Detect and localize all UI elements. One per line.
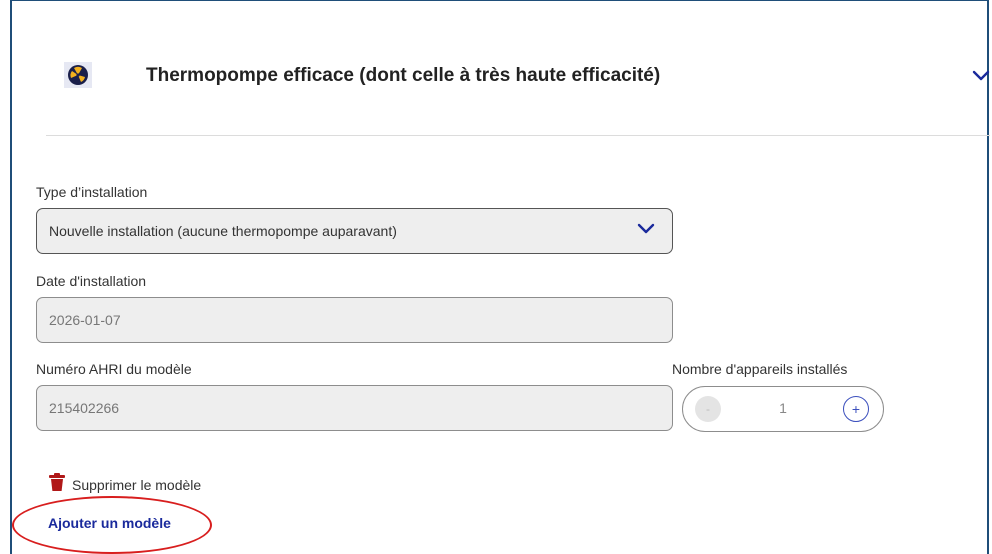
section-title: Thermopompe efficace (dont celle à très … [146,65,661,86]
installation-type-select[interactable]: Nouvelle installation (aucune thermopomp… [36,208,673,254]
add-model-link[interactable]: Ajouter un modèle [48,515,171,531]
divider [46,135,990,136]
accordion-header[interactable]: Thermopompe efficace (dont celle à très … [12,1,990,136]
quantity-value: 1 [779,400,787,416]
ahri-number-label: Numéro AHRI du modèle [36,361,192,377]
chevron-down-icon[interactable] [970,67,992,85]
heat-pump-fan-icon [64,62,92,88]
quantity-stepper: - 1 + [682,386,884,432]
installation-type-value: Nouvelle installation (aucune thermopomp… [49,223,397,239]
installation-date-field[interactable]: 2026-01-07 [36,297,673,343]
ahri-number-value: 215402266 [49,400,120,416]
installation-type-label: Type d’installation [36,184,148,200]
device-count-label: Nombre d'appareils installés [672,361,848,377]
decrement-button[interactable]: - [695,396,721,422]
chevron-down-icon [636,222,656,236]
increment-button[interactable]: + [843,396,869,422]
delete-model-label: Supprimer le modèle [72,477,202,493]
trash-icon [48,473,66,497]
installation-date-label: Date d'installation [36,273,147,289]
delete-model-button[interactable]: Supprimer le modèle [48,473,201,497]
accordion-panel: Thermopompe efficace (dont celle à très … [10,0,990,554]
ahri-number-field[interactable]: 215402266 [36,385,673,431]
installation-date-value: 2026-01-07 [49,312,121,328]
